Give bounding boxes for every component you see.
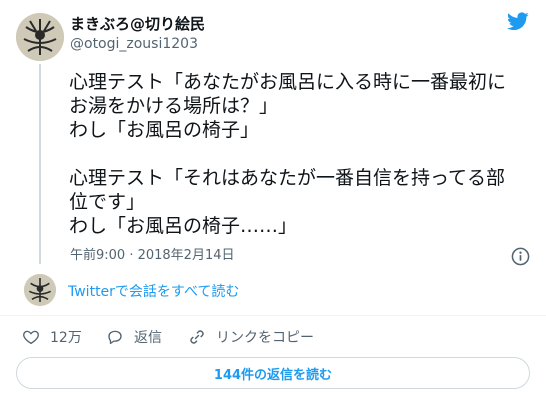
tweet-line: わし「お風呂の椅子……」 [69,215,298,237]
read-replies-button[interactable]: 144件の返信を読む [16,357,530,389]
thread-line [39,64,41,264]
tweet-timestamp[interactable]: 午前9:00 · 2018年2月14日 [70,248,235,264]
tweet-text: 心理テスト「あなたがお風呂に入る時に一番最初に お湯をかける場所は？」 わし「お… [69,70,539,238]
twitter-bird-icon[interactable] [507,12,529,31]
heart-icon [23,330,39,345]
like-button[interactable]: 12万 [22,327,82,347]
author-avatar[interactable] [16,13,64,61]
copy-link-button[interactable]: リンクをコピー [188,327,314,347]
tweet-line: 心理テスト「あなたがお風呂に入る時に一番最初に [69,71,507,93]
tweet-line: 心理テスト「それはあなたが一番自信を持ってる部 [69,167,506,189]
tweet-line: お湯をかける場所は？」 [69,95,279,117]
tweet-line: わし「お風呂の椅子」 [69,119,260,141]
reply-button[interactable]: 返信 [106,327,162,347]
like-count: 12万 [50,330,82,346]
author-handle[interactable]: @otogi_zousi1203 [70,35,198,53]
divider [0,315,546,316]
info-icon[interactable] [511,247,530,266]
reply-label: 返信 [134,330,162,346]
copy-link-label: リンクをコピー [216,330,314,346]
reply-bubble-icon [108,330,122,345]
author-display-name[interactable]: まきぶろ@切り絵民 [70,14,205,34]
conversation-avatar [24,274,56,306]
link-icon [190,330,204,344]
read-conversation-link[interactable]: Twitterで会話をすべて読む [68,283,239,301]
tweet-line: 位です」 [69,191,146,213]
